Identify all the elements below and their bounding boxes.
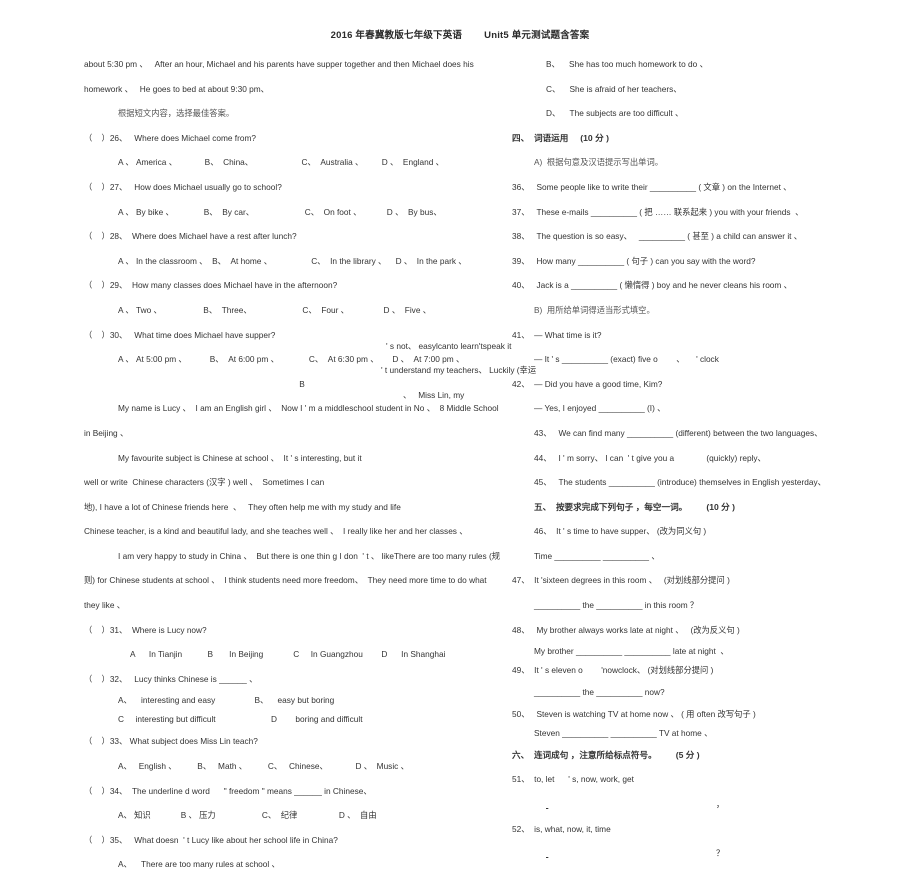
question-32-options-ab: A、 interesting and easy B、 easy but bori… [118,695,335,706]
passage-b-line: 则) for Chinese students at school 、 I th… [84,575,487,586]
page-header: 2016 年春冀教版七年级下英语 Unit5 单元测试题含答案 [0,27,920,41]
question-33-options: A、 English 、 B、 Math 、 C、 Chinese、 D 、 M… [118,761,409,772]
left-column: about 5:30 pm 、 After an hour, Michael a… [84,52,520,877]
item-36: 36、 Some people like to write their ____… [512,181,792,192]
question-26-options: A 、 America 、 B、 China、 C、 Australia 、 D… [118,157,444,168]
passage-b-line: in Beijing 、 [84,427,129,438]
item-42-answer: — Yes, I enjoyed __________ (I) 、 [534,403,666,414]
item-46-answer: Time __________ __________ 、 [534,550,660,561]
question-35-option-b: B、 She has too much homework to do 、 [546,59,708,69]
item-49-answer: __________ the __________ now? [534,687,665,698]
passage-b-line: My favourite subject is Chinese at schoo… [118,452,362,463]
answer-blank [546,841,716,866]
section-five-title: 五、 按要求完成下列句子 ，每空一词。 (10 分 ) [534,501,736,512]
item-42-question: 42、 — Did you have a good time, Kim? [512,378,663,389]
item-44: 44、 I ' m sorry、 I can ' t give you a (q… [534,452,766,463]
question-29-options: A 、 Two 、 B、 Three、 C、 Four 、 D 、 Five 、 [118,304,432,315]
question-28-stem: （ ）28、 Where does Michael have a rest af… [84,231,297,242]
passage-a-line: about 5:30 pm 、 After an hour, Michael a… [84,59,474,69]
item-39: 39、 How many __________ ( 句子 ) can you s… [512,255,756,266]
passage-b-line: Chinese teacher, is a kind and beautiful… [84,526,468,537]
question-27-stem: （ ）27、 How does Michael usually go to sc… [84,181,282,192]
question-27-options: A 、 By bike 、 B、 By car、 C、 On foot 、 D … [118,206,442,217]
item-41-answer: — It ' s __________ (exact) five o 、 ' c… [534,354,719,365]
answer-blank [546,792,716,817]
item-40: 40、 Jack is a __________ ( 懒惰得 ) boy and… [512,280,792,291]
question-35-option-d: D、 The subjects are too difficult 、 [546,108,684,119]
question-29-stem: （ ）29、 How many classes does Michael hav… [84,280,338,291]
question-32-options-cd: C interesting but difficult D boring and… [118,714,363,725]
question-34-options: A、 知识 B 、 压力 C、 纪律 D 、 自由 [118,810,377,821]
item-47-question: 47、 It 'sixteen degrees in this room 、 (… [512,575,730,586]
passage-b-overflow-fragment: ' s not、 easylcanto learn'tspeak it [386,341,512,351]
item-43: 43、 We can find many __________ (differe… [534,427,823,438]
passage-b-line: they like 、 [84,600,126,611]
question-32-stem: （ ）32、 Lucy thinks Chinese is ______ 、 [84,673,258,684]
instruction-a: 根据短文内容，选择最佳答案。 [118,108,235,119]
item-46-question: 46、 It ' s time to have supper、 (改为同义句 ) [534,526,707,537]
item-51-question: 51、 to, let ' s, now, work, get [512,774,634,785]
item-52-answer-line: ？ [512,841,862,866]
item-48-question: 48、 My brother always works late at nigh… [512,624,740,635]
question-33-stem: （ ）33、 What subject does Miss Lin teach? [84,736,258,747]
part-b-instruction: B) 用所给单词得适当形式填空。 [534,304,655,315]
item-52-question: 52、 is, what, now, it, time [512,823,611,834]
item-52-punctuation: ？ [716,848,725,859]
question-35-option-c: C、 She is afraid of her teachers、 [546,83,682,94]
header-left-text: 2016 年春冀教版七年级下英语 [330,30,463,41]
section-four-title: 四、 词语运用 (10 分 ) [512,132,609,143]
item-45: 45、 The students __________ (introduce) … [534,477,826,488]
item-47-answer: __________ the __________ in this room ？ [534,600,699,611]
question-34-stem: （ ）34、 The underline d word " freedom " … [84,785,372,796]
question-28-options: A 、 In the classroom 、 B、 At home 、 C、 I… [118,255,467,266]
passage-a-line: homework 、 He goes to bed at about 9:30 … [84,83,269,94]
passage-b-line: I am very happy to study in China 、 But … [118,550,501,561]
part-a-instruction: A) 根据句意及汉语提示写出单词。 [534,157,664,168]
question-31-options: A In Tianjin B In Beijing C In Guangzhou… [130,649,446,660]
item-51-punctuation: ， [716,799,725,810]
item-41-question: 41、 — What time is it? [512,329,602,340]
section-six-title: 六、 连词成句 ，注意所给标点符号。 (5 分 ) [512,749,700,760]
item-49-question: 49、 It ' s eleven o 'nowclock、 (对划线部分提问 … [512,665,714,676]
item-37: 37、 These e-mails __________ ( 把 …… 联系起来… [512,206,804,217]
item-50-question: 50、 Steven is watching TV at home now 、 … [512,708,756,719]
item-38: 38、 The question is so easy、 __________ … [512,231,803,242]
question-26-stem: （ ）26、 Where does Michael come from? [84,132,256,143]
passage-b-line: well or write Chinese characters (汉字 ) w… [84,477,325,488]
question-35-stem: （ ）35、 What doesn ' t Lucy like about he… [84,834,338,845]
item-48-answer: My brother __________ __________ late at… [534,646,729,657]
passage-b-overflow-fragment: 、 Miss Lin, my [403,390,465,400]
passage-b-line: 地), I have a lot of Chinese friends here… [84,501,401,512]
item-50-answer: Steven __________ __________ TV at home … [534,727,713,738]
item-51-answer-line: ， [512,792,862,817]
right-column: B、 She has too much homework to do 、 C、 … [512,52,862,866]
question-35-option-a: A、 There are too many rules at school 、 [118,859,280,870]
question-31-stem: （ ）31、 Where is Lucy now? [84,624,207,635]
header-right-text: Unit5 单元测试题含答案 [484,30,590,41]
exam-paper-page: 2016 年春冀教版七年级下英语 Unit5 单元测试题含答案 about 5:3… [0,0,920,869]
